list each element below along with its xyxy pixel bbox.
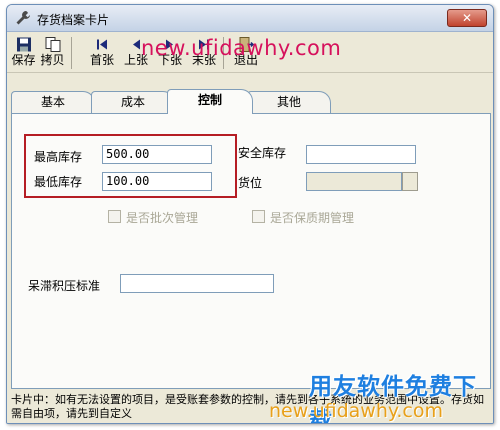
batch-mgmt-checkbox[interactable] bbox=[108, 210, 121, 223]
wrench-icon bbox=[16, 11, 30, 25]
safety-stock-input[interactable] bbox=[306, 145, 416, 164]
shelf-life-label: 是否保质期管理 bbox=[270, 211, 355, 225]
min-stock-input[interactable]: 100.00 bbox=[102, 172, 212, 191]
window-title: 存货档案卡片 bbox=[37, 13, 110, 27]
floppy-disk-icon bbox=[16, 37, 31, 52]
tab-control[interactable]: 控制 bbox=[167, 89, 253, 114]
copy-button[interactable]: 拷贝 bbox=[39, 35, 66, 71]
save-button[interactable]: 保存 bbox=[10, 35, 37, 71]
batch-mgmt-label: 是否批次管理 bbox=[126, 211, 199, 225]
watermark-top: new.ufidawhy.com bbox=[141, 36, 342, 60]
first-record-button[interactable]: 首张 bbox=[87, 35, 117, 71]
stale-standard-input[interactable] bbox=[120, 274, 274, 293]
location-label: 货位 bbox=[238, 176, 263, 190]
first-record-icon bbox=[97, 39, 107, 50]
location-input[interactable] bbox=[306, 172, 402, 191]
max-stock-label: 最高库存 bbox=[34, 150, 83, 164]
copy-icon bbox=[45, 37, 60, 52]
watermark-bottom-url: new.ufidawhy.com bbox=[269, 400, 444, 422]
location-browse-button[interactable] bbox=[402, 172, 418, 191]
tab-basic[interactable]: 基本 bbox=[11, 91, 95, 113]
toolbar-separator bbox=[71, 37, 72, 69]
inventory-card-window: 存货档案卡片 ✕ 保存 拷贝 首张 上张 下张 末张 退出 new.ufidaw… bbox=[6, 4, 494, 424]
close-button[interactable]: ✕ bbox=[447, 9, 487, 27]
title-bar: 存货档案卡片 ✕ bbox=[7, 5, 493, 32]
max-stock-input[interactable]: 500.00 bbox=[102, 145, 212, 164]
safety-stock-label: 安全库存 bbox=[238, 146, 287, 160]
min-stock-label: 最低库存 bbox=[34, 175, 83, 189]
shelf-life-checkbox[interactable] bbox=[252, 210, 265, 223]
tab-other[interactable]: 其他 bbox=[247, 91, 331, 113]
tab-cost[interactable]: 成本 bbox=[91, 91, 175, 113]
tab-strip: 基本 成本 控制 其他 bbox=[7, 89, 493, 114]
stale-standard-label: 呆滞积压标准 bbox=[28, 279, 101, 293]
control-tab-panel: 最高库存 500.00 最低库存 100.00 安全库存 货位 是否批次管理 是… bbox=[11, 113, 491, 389]
